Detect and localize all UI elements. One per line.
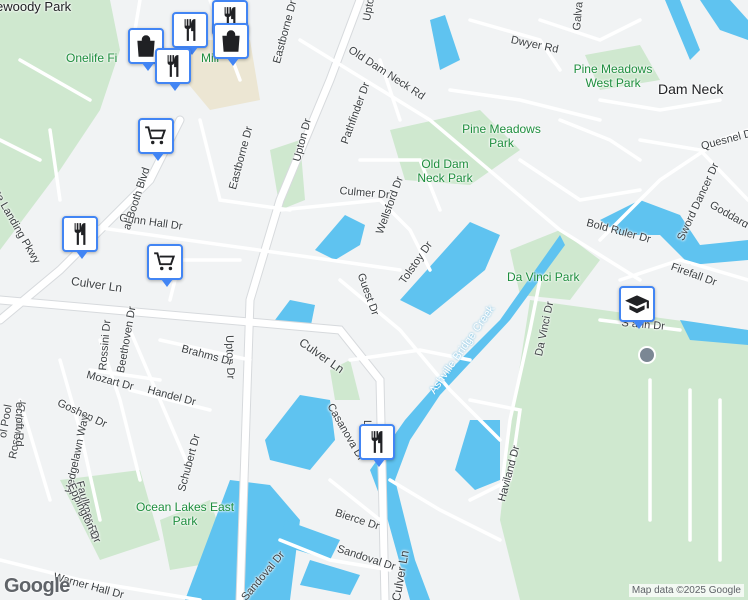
restaurant-pin-3[interactable] <box>155 48 191 91</box>
restaurant-icon <box>184 19 196 41</box>
place-label-woody-park: ewoody Park <box>0 0 72 14</box>
shopping-cart-pin-2[interactable] <box>147 244 183 287</box>
restaurant-icon <box>74 223 86 245</box>
park-label-pine-meadows-west: Pine Meadows West Park <box>573 62 653 90</box>
shopping-cart-pin-1[interactable] <box>138 118 174 161</box>
school-icon <box>625 295 649 314</box>
place-label-dam-neck: Dam Neck <box>658 81 724 97</box>
restaurant-pin-5[interactable] <box>359 424 395 467</box>
park-label-da-vinci: Da Vinci Park <box>507 270 580 284</box>
map-canvas[interactable]: ewoody Park Onelife Fi Mill Dam Neck Pin… <box>0 0 748 600</box>
restaurant-icon <box>371 431 383 453</box>
park-label-pine-meadows: Pine Meadows Park <box>462 122 541 150</box>
park-label-ocean-lakes-east: Ocean Lakes East Park <box>135 500 235 528</box>
shopping-bag-pin-2[interactable] <box>213 23 249 66</box>
restaurant-pin-4[interactable] <box>62 216 98 259</box>
park-label-old-dam-neck: Old Dam Neck Park <box>417 157 473 185</box>
google-logo[interactable]: Google <box>4 575 70 598</box>
school-pin[interactable] <box>619 286 655 329</box>
restaurant-icon <box>167 55 179 77</box>
shopping-bag-icon <box>222 30 240 52</box>
map-data-credit[interactable]: Map data ©2025 Google <box>628 584 744 597</box>
restaurant-pin-1[interactable] <box>172 12 208 55</box>
shopping-cart-icon <box>145 126 167 145</box>
shopping-cart-icon <box>154 252 176 271</box>
street-label: ecroft Rd <box>13 402 25 447</box>
school-poi-dot-icon[interactable] <box>638 346 656 364</box>
place-label-onelife: Onelife Fi <box>66 51 118 65</box>
